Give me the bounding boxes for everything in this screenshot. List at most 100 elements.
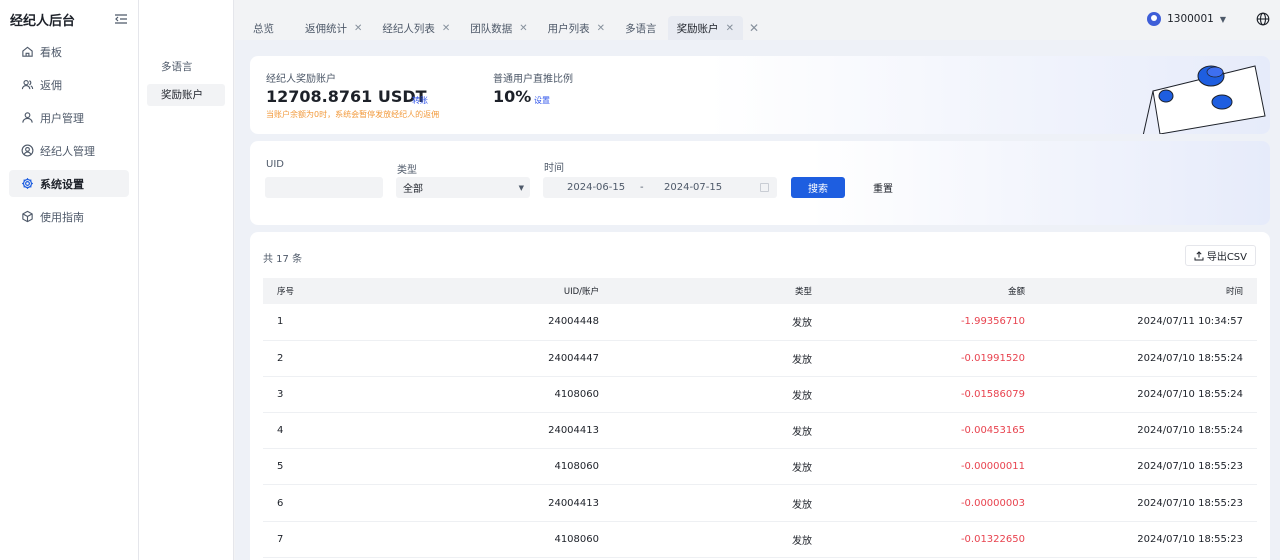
cell-amount: -0.01322650 — [826, 521, 1039, 558]
sidebar-item-dashboard[interactable]: 看板 — [9, 38, 129, 65]
main-content: 经纪人奖励账户 12708.8761 USDT 转账 当账户余额为0时，系统会暂… — [235, 40, 1280, 560]
column-header-time: 时间 — [1225, 287, 1243, 297]
tab-reward-account[interactable]: 奖励账户 ✕ — [667, 16, 743, 40]
records-card: 共 17 条 导出CSV 序号 UID/账户 类型 金额 时间 1 240044… — [250, 232, 1270, 560]
close-all-tabs-icon[interactable]: ✕ — [749, 21, 759, 35]
cell-amount: -0.00453165 — [826, 412, 1039, 450]
cell-uid: 4108060 — [343, 448, 613, 486]
cell-amount: -0.00000011 — [826, 448, 1039, 486]
sidebar-item-rebate[interactable]: 返佣 — [9, 71, 129, 98]
sidebar-item-broker-management[interactable]: 经纪人管理 — [9, 137, 129, 164]
tab-rebate-stats[interactable]: 返佣统计 ✕ — [296, 16, 371, 40]
sidebar-item-user-guide[interactable]: 使用指南 — [9, 203, 129, 230]
avatar-icon — [1147, 12, 1162, 26]
sidebar-item-label: 返佣 — [40, 78, 62, 92]
cell-time: 2024/07/10 18:55:23 — [1039, 484, 1257, 522]
tab-user-list[interactable]: 用户列表 ✕ — [539, 16, 614, 40]
sidebar-item-system-settings[interactable]: 系统设置 — [9, 170, 129, 197]
subnav-item-reward-account[interactable]: 奖励账户 — [147, 84, 225, 106]
subnav-item-languages[interactable]: 多语言 — [147, 56, 225, 78]
tab-label: 返佣统计 — [305, 22, 347, 35]
tab-broker-list[interactable]: 经纪人列表 ✕ — [373, 16, 459, 40]
column-header-index: 序号 — [277, 287, 295, 297]
close-icon[interactable]: ✕ — [442, 23, 450, 34]
cell-type: 发放 — [613, 521, 826, 558]
cell-index: 7 — [263, 521, 343, 558]
export-label: 导出CSV — [1206, 252, 1247, 263]
type-select[interactable]: 全部 ▼ — [396, 177, 530, 198]
cell-type: 发放 — [613, 484, 826, 522]
transfer-link[interactable]: 转账 — [412, 95, 428, 106]
sidebar: 经纪人后台 看板 返佣 用户管理 经纪人管理 系统设置 使用指南 — [0, 0, 139, 560]
cell-amount: -0.00000003 — [826, 484, 1039, 522]
cell-uid: 4108060 — [343, 521, 613, 558]
type-select-value: 全部 — [403, 184, 423, 195]
home-icon — [22, 46, 33, 57]
reward-account-balance: 12708.8761 USDT — [266, 87, 427, 106]
cell-time: 2024/07/10 18:55:23 — [1039, 448, 1257, 486]
tab-languages[interactable]: 多语言 — [616, 16, 666, 40]
tab-label: 经纪人列表 — [382, 22, 435, 35]
cell-uid: 24004447 — [343, 340, 613, 377]
user-icon — [22, 112, 33, 123]
cell-uid: 24004413 — [343, 412, 613, 450]
app-title: 经纪人后台 — [10, 14, 76, 29]
cell-time: 2024/07/10 18:55:24 — [1039, 412, 1257, 450]
date-end[interactable]: 2024-07-15 — [664, 182, 722, 193]
sidebar-item-user-management[interactable]: 用户管理 — [9, 104, 129, 131]
tab-label: 总览 — [253, 22, 274, 35]
calendar-icon — [760, 183, 769, 192]
cell-type: 发放 — [613, 412, 826, 450]
sub-navigation: 多语言 奖励账户 — [139, 0, 234, 560]
collapse-menu-icon[interactable] — [114, 12, 128, 26]
close-icon[interactable]: ✕ — [597, 23, 605, 34]
tab-label: 奖励账户 — [676, 22, 719, 35]
filter-panel: UID 类型 全部 ▼ 时间 2024-06-15 - 2024-07-15 搜… — [250, 141, 1270, 225]
tab-team-data[interactable]: 团队数据 ✕ — [461, 16, 536, 40]
tab-label: 多语言 — [625, 22, 657, 35]
cell-type: 发放 — [613, 376, 826, 414]
page-tabs: 总览 返佣统计 ✕ 经纪人列表 ✕ 团队数据 ✕ 用户列表 ✕ 多语言 奖励账户 ✕ ✕ — [235, 16, 759, 40]
tab-overview[interactable]: 总览 — [235, 16, 294, 40]
tab-label: 团队数据 — [470, 22, 513, 35]
chevron-down-icon: ▼ — [518, 183, 524, 192]
reward-account-label: 经纪人奖励账户 — [266, 74, 336, 85]
reset-button[interactable]: 重置 — [863, 177, 903, 198]
sidebar-item-label: 使用指南 — [40, 210, 84, 224]
gear-icon — [22, 178, 33, 189]
cell-index: 3 — [263, 376, 343, 414]
date-range-picker[interactable]: 2024-06-15 - 2024-07-15 — [543, 177, 777, 198]
table-row: 3 4108060 发放 -0.01586079 2024/07/10 18:5… — [263, 376, 1257, 414]
uid-label: UID — [266, 159, 284, 170]
table-row: 1 24004448 发放 -1.99356710 2024/07/11 10:… — [263, 304, 1257, 341]
upload-icon — [1194, 250, 1204, 260]
users-icon — [21, 79, 34, 90]
date-start[interactable]: 2024-06-15 — [567, 182, 625, 193]
date-separator: - — [640, 182, 644, 193]
records-table: 序号 UID/账户 类型 金额 时间 1 24004448 发放 -1.9935… — [263, 278, 1257, 558]
sidebar-item-label: 经纪人管理 — [40, 144, 95, 158]
user-menu[interactable]: 1300001 ▼ — [1147, 12, 1270, 26]
sidebar-nav: 看板 返佣 用户管理 经纪人管理 系统设置 使用指南 — [9, 38, 129, 236]
cell-type: 发放 — [613, 340, 826, 377]
search-button[interactable]: 搜索 — [791, 177, 845, 198]
export-csv-button[interactable]: 导出CSV — [1184, 245, 1256, 266]
cell-time: 2024/07/11 10:34:57 — [1039, 304, 1257, 341]
table-row: 4 24004413 发放 -0.00453165 2024/07/10 18:… — [263, 412, 1257, 450]
uid-input[interactable] — [265, 177, 383, 198]
cell-type: 发放 — [613, 304, 826, 341]
cell-time: 2024/07/10 18:55:24 — [1039, 340, 1257, 377]
close-icon[interactable]: ✕ — [354, 23, 362, 34]
balance-warning: 当账户余额为0时，系统会暂停发放经纪人的返佣 — [266, 110, 440, 119]
close-icon[interactable]: ✕ — [726, 23, 734, 34]
globe-icon[interactable] — [1256, 12, 1270, 26]
wallet-illustration — [1142, 65, 1266, 134]
tab-label: 用户列表 — [547, 22, 590, 35]
direct-ratio-value: 10% — [493, 87, 532, 106]
sidebar-item-label: 系统设置 — [40, 177, 84, 191]
table-row: 5 4108060 发放 -0.00000011 2024/07/10 18:5… — [263, 448, 1257, 486]
close-icon[interactable]: ✕ — [519, 23, 527, 34]
ratio-settings-link[interactable]: 设置 — [534, 95, 550, 106]
cell-amount: -0.01586079 — [826, 376, 1039, 414]
sidebar-item-label: 用户管理 — [40, 111, 84, 125]
